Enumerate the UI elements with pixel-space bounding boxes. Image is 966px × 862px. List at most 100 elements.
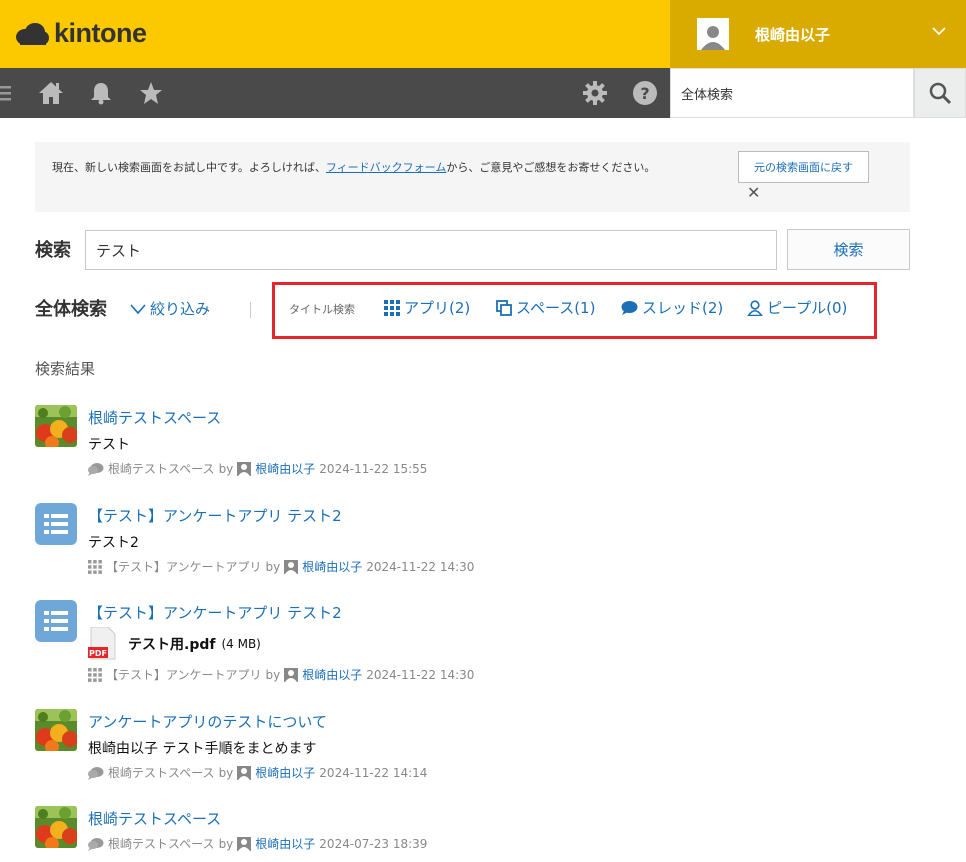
menu-icon[interactable] <box>0 80 20 106</box>
speech-bubble-icon <box>621 300 638 315</box>
speech-bubble-icon <box>88 462 104 476</box>
space-thumbnail <box>35 709 77 751</box>
speech-bubble-icon <box>88 837 104 851</box>
result-title[interactable]: 【テスト】アンケートアプリ テスト2 <box>88 602 342 623</box>
svg-text:?: ? <box>640 84 649 103</box>
results-heading: 検索結果 <box>35 360 96 378</box>
top-header: kintone 根崎由以子 <box>0 0 966 68</box>
result-author[interactable]: 根崎由以子 <box>302 558 362 575</box>
notice-text-before: 現在、新しい検索画面をお試し中です。よろしければ、 <box>52 161 326 174</box>
result-date: 2024-11-22 15:55 <box>319 461 428 476</box>
search-input[interactable] <box>85 230 777 270</box>
help-icon[interactable]: ? <box>632 80 658 106</box>
result-date: 2024-11-22 14:30 <box>366 559 475 574</box>
grid-icon <box>384 299 400 316</box>
home-icon[interactable] <box>38 80 64 106</box>
gear-icon[interactable] <box>582 80 608 106</box>
user-name: 根崎由以子 <box>755 25 831 44</box>
pdf-file-icon: PDF <box>88 627 116 660</box>
global-search-input[interactable] <box>670 68 914 118</box>
category-app[interactable]: アプリ(2) <box>384 297 470 318</box>
divider <box>250 302 251 318</box>
user-menu[interactable]: 根崎由以子 <box>670 0 966 68</box>
result-source[interactable]: 【テスト】アンケートアプリ <box>106 558 262 575</box>
attachment-size: (4 MB) <box>221 637 261 651</box>
kintone-logo[interactable]: kintone <box>14 18 147 49</box>
attachment-name: テスト用.pdf <box>128 637 216 653</box>
chevron-down-icon <box>130 303 146 314</box>
space-icon <box>496 299 512 316</box>
result-source[interactable]: 根崎テストスペース <box>108 835 215 852</box>
category-people[interactable]: ピープル(0) <box>747 297 847 318</box>
result-meta: 【テスト】アンケートアプリ by 根崎由以子 2024-11-22 14:30 <box>88 666 474 683</box>
bell-icon[interactable] <box>88 80 114 106</box>
pdf-badge: PDF <box>89 649 107 658</box>
search-button[interactable]: 検索 <box>787 229 910 270</box>
notice-text: 現在、新しい検索画面をお試し中です。よろしければ、フィードバックフォームから、ご… <box>52 159 722 177</box>
result-source[interactable]: 根崎テストスペース <box>108 764 215 781</box>
author-avatar <box>284 559 299 574</box>
scope-title: 全体検索 <box>35 299 107 320</box>
filter-toggle[interactable]: 絞り込み <box>130 298 210 319</box>
result-source[interactable]: 【テスト】アンケートアプリ <box>106 666 262 683</box>
user-avatar <box>697 18 729 50</box>
person-icon <box>701 26 725 50</box>
notice-text-after: から、ご意見やご感想をお寄せください。 <box>446 161 656 174</box>
result-author[interactable]: 根崎由以子 <box>255 764 315 781</box>
person-outline-icon <box>747 299 763 316</box>
logo-text: kintone <box>54 18 147 48</box>
result-author[interactable]: 根崎由以子 <box>302 666 362 683</box>
global-search-button[interactable] <box>914 68 966 118</box>
result-by: by <box>218 836 234 851</box>
space-thumbnail <box>35 405 77 447</box>
author-avatar <box>237 765 252 780</box>
feedback-form-link[interactable]: フィードバックフォーム <box>326 161 446 174</box>
grid-icon <box>88 667 102 682</box>
result-title[interactable]: 根崎テストスペース <box>88 407 221 428</box>
revert-search-button[interactable]: 元の検索画面に戻す <box>738 151 869 183</box>
result-title[interactable]: アンケートアプリのテストについて <box>88 711 327 732</box>
result-body: テスト <box>88 437 130 453</box>
result-by: by <box>265 667 281 682</box>
category-space-label: スペース(1) <box>516 299 596 317</box>
result-meta: 根崎テストスペース by 根崎由以子 2024-11-22 15:55 <box>88 460 427 477</box>
app-thumbnail <box>35 600 77 642</box>
category-thread-label: スレッド(2) <box>642 299 724 317</box>
speech-bubble-icon <box>88 766 104 780</box>
filter-label: 絞り込み <box>150 300 211 318</box>
category-thread[interactable]: スレッド(2) <box>621 297 723 318</box>
star-icon[interactable] <box>138 80 164 106</box>
grid-icon <box>88 559 102 574</box>
category-people-label: ピープル(0) <box>767 299 848 317</box>
result-title[interactable]: 【テスト】アンケートアプリ テスト2 <box>88 505 342 526</box>
author-avatar <box>284 667 299 682</box>
result-by: by <box>218 461 234 476</box>
cloud-logo-icon <box>16 22 49 45</box>
result-date: 2024-11-22 14:14 <box>319 765 428 780</box>
search-label: 検索 <box>35 240 71 261</box>
result-source[interactable]: 根崎テストスペース <box>108 460 215 477</box>
result-author[interactable]: 根崎由以子 <box>255 835 315 852</box>
title-search-label: タイトル検索 <box>289 303 355 316</box>
result-title[interactable]: 根崎テストスペース <box>88 808 221 829</box>
result-by: by <box>218 765 234 780</box>
result-date: 2024-07-23 18:39 <box>319 836 428 851</box>
result-meta: 根崎テストスペース by 根崎由以子 2024-07-23 18:39 <box>88 835 427 852</box>
chevron-down-icon <box>932 24 946 40</box>
author-avatar <box>237 461 252 476</box>
category-app-label: アプリ(2) <box>404 299 471 317</box>
search-icon <box>929 82 952 105</box>
result-author[interactable]: 根崎由以子 <box>255 460 315 477</box>
trial-notice: 現在、新しい検索画面をお試し中です。よろしければ、フィードバックフォームから、ご… <box>35 142 910 212</box>
space-thumbnail <box>35 806 77 848</box>
close-icon[interactable]: ✕ <box>747 183 760 202</box>
result-body: 根崎由以子 テスト手順をまとめます <box>88 741 317 757</box>
result-meta: 【テスト】アンケートアプリ by 根崎由以子 2024-11-22 14:30 <box>88 558 474 575</box>
author-avatar <box>237 836 252 851</box>
attachment[interactable]: PDF テスト用.pdf (4 MB) <box>88 627 261 661</box>
result-date: 2024-11-22 14:30 <box>366 667 475 682</box>
app-thumbnail <box>35 503 77 545</box>
category-space[interactable]: スペース(1) <box>496 297 595 318</box>
result-meta: 根崎テストスペース by 根崎由以子 2024-11-22 14:14 <box>88 764 427 781</box>
result-by: by <box>265 559 281 574</box>
